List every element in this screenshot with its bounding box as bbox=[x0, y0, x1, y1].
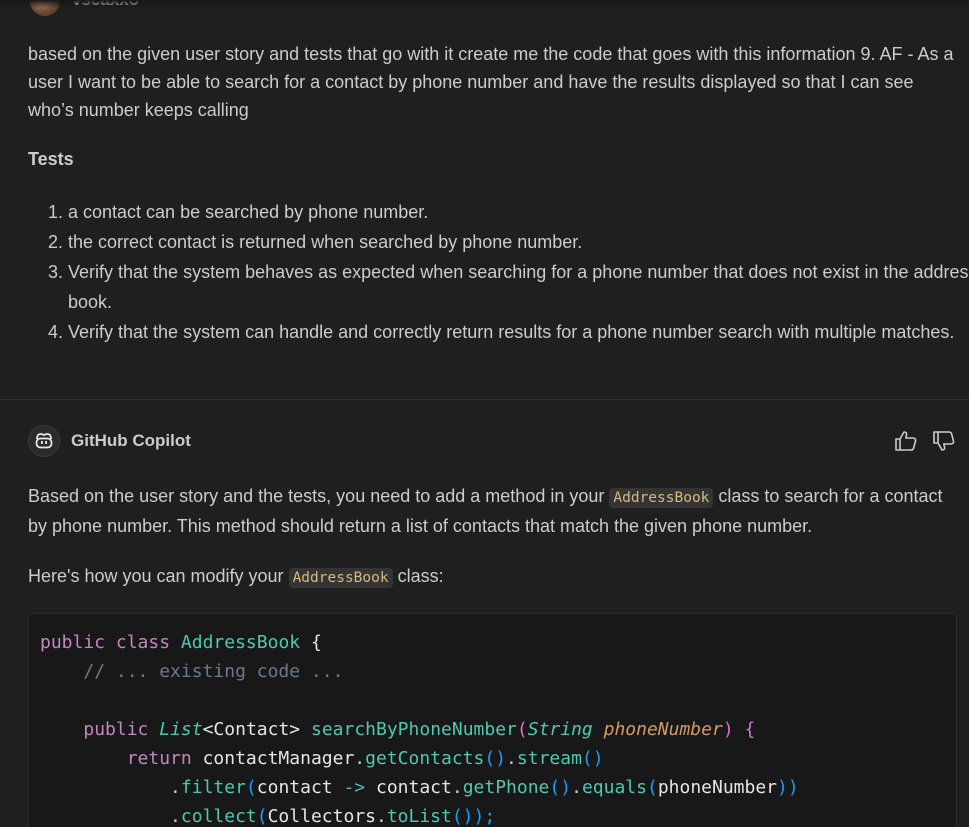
code-comment: // ... existing code ... bbox=[83, 661, 344, 682]
user-message: vscaxxo based on the given user story an… bbox=[0, 0, 969, 399]
code-content: public class AddressBook { // ... existi… bbox=[40, 632, 799, 827]
list-item: Verify that the system can handle and co… bbox=[68, 317, 969, 347]
copilot-paragraph-2: Here's how you can modify your AddressBo… bbox=[28, 562, 958, 592]
scroll-shadow bbox=[0, 0, 969, 8]
code-token: filter bbox=[180, 777, 246, 798]
copilot-name: GitHub Copilot bbox=[71, 431, 191, 450]
tests-heading: Tests bbox=[28, 149, 74, 169]
paragraph-text: Based on the user story and the tests, y… bbox=[28, 486, 610, 506]
code-token: contact bbox=[376, 777, 452, 798]
thumbs-up-icon[interactable] bbox=[893, 428, 919, 454]
code-token: toList bbox=[386, 806, 452, 827]
copilot-paragraph-1: Based on the user story and the tests, y… bbox=[28, 482, 958, 540]
code-token: searchByPhoneNumber bbox=[310, 719, 517, 740]
code-token: public bbox=[40, 632, 106, 653]
code-token: { bbox=[310, 632, 322, 653]
code-token: return bbox=[126, 748, 192, 769]
inline-code: AddressBook bbox=[288, 568, 393, 588]
code-token: AddressBook bbox=[180, 632, 301, 653]
code-token: class bbox=[115, 632, 171, 653]
code-token: equals bbox=[581, 777, 647, 798]
code-token: Collectors bbox=[267, 806, 376, 827]
user-message-text: based on the given user story and tests … bbox=[28, 44, 954, 120]
code-token: { bbox=[744, 719, 756, 740]
code-token: collect bbox=[180, 806, 257, 827]
code-token: stream bbox=[516, 748, 582, 769]
chat-panel: vscaxxo based on the given user story an… bbox=[0, 0, 969, 827]
code-token: phoneNumber bbox=[657, 777, 778, 798]
copilot-icon bbox=[28, 425, 60, 457]
list-item: a contact can be searched by phone numbe… bbox=[68, 197, 969, 227]
code-token: phoneNumber bbox=[603, 719, 723, 740]
list-item: the correct contact is returned when sea… bbox=[68, 227, 969, 257]
paragraph-text: Here's how you can modify your bbox=[28, 566, 289, 586]
thumbs-down-icon[interactable] bbox=[931, 428, 957, 454]
message-divider bbox=[0, 399, 969, 400]
tests-list: a contact can be searched by phone numbe… bbox=[28, 197, 969, 347]
paragraph-text: class: bbox=[392, 566, 444, 586]
list-item: Verify that the system behaves as expect… bbox=[68, 257, 969, 317]
code-token: -> bbox=[343, 777, 366, 798]
inline-code: AddressBook bbox=[609, 488, 714, 508]
code-token: public bbox=[83, 719, 149, 740]
code-token: String bbox=[527, 719, 593, 740]
code-token: getPhone bbox=[462, 777, 550, 798]
code-token: contact bbox=[256, 777, 333, 798]
code-token: <Contact> bbox=[202, 719, 301, 740]
code-token: List bbox=[159, 719, 203, 740]
code-token: getContacts bbox=[365, 748, 485, 769]
code-token: contactManager bbox=[202, 748, 355, 769]
